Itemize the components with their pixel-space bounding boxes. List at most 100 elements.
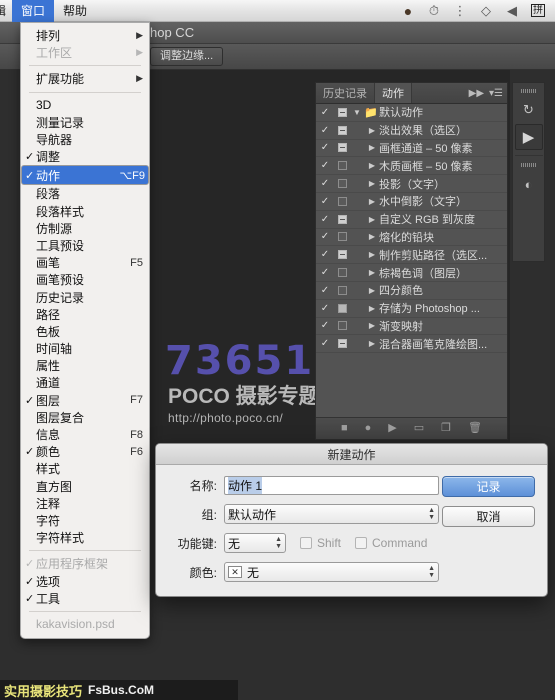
table-row[interactable]: ✓ ▶ 投影（文字） [316, 175, 507, 193]
action-dialog-toggle[interactable] [334, 126, 350, 135]
action-enabled-check[interactable]: ✓ [316, 160, 334, 171]
chevron-right-icon[interactable]: ▶ [365, 304, 379, 313]
menubar-item-window[interactable]: 窗口 [12, 0, 54, 22]
table-row[interactable]: ✓ ▼ 📁 默认动作 [316, 104, 507, 122]
menu-item-timeline[interactable]: 时间轴 [21, 340, 149, 357]
menu-item-swatches[interactable]: 色板 [21, 323, 149, 340]
chevron-right-icon[interactable]: ▶ [365, 126, 379, 135]
wifi-icon[interactable]: ◇ [473, 0, 499, 22]
menu-item-brush[interactable]: 画笔 F5 [21, 254, 149, 271]
adjustments-icon[interactable]: ◐ [516, 172, 542, 196]
set-select[interactable]: 默认动作 ▲▼ [224, 504, 439, 524]
chevron-right-icon[interactable]: ▶ [365, 232, 379, 241]
user-face-icon[interactable]: ● [395, 0, 421, 22]
record-icon[interactable]: ● [365, 423, 372, 434]
menu-item-navigator[interactable]: 导航器 [21, 131, 149, 148]
chevron-right-icon[interactable]: ▶ [365, 286, 379, 295]
action-dialog-toggle[interactable] [334, 250, 350, 259]
chevron-right-icon[interactable]: ▶ [365, 161, 379, 170]
action-enabled-check[interactable]: ✓ [316, 196, 334, 207]
table-row[interactable]: ✓ ▶ 水中倒影（文字） [316, 193, 507, 211]
menu-item-histogram[interactable]: 直方图 [21, 478, 149, 495]
action-dialog-toggle[interactable] [334, 143, 350, 152]
action-enabled-check[interactable]: ✓ [316, 231, 334, 242]
history-undo-icon[interactable]: ↻ [516, 98, 542, 122]
action-enabled-check[interactable]: ✓ [316, 285, 334, 296]
name-input[interactable]: 动作 1 [224, 476, 439, 495]
menu-item-application-frame[interactable]: ✓ 应用程序框架 [21, 555, 149, 572]
action-dialog-toggle[interactable] [334, 321, 350, 330]
menu-item-workspace[interactable]: 工作区 ▶ [21, 44, 149, 61]
action-enabled-check[interactable]: ✓ [316, 267, 334, 278]
play-icon[interactable]: ▶ [388, 423, 396, 434]
new-group-folder-icon[interactable]: ▭ [414, 423, 424, 434]
cancel-button[interactable]: 取消 [442, 506, 535, 527]
rail-grip[interactable] [521, 89, 537, 93]
input-method-icon[interactable]: 拼 [525, 0, 551, 22]
table-row[interactable]: ✓ ▶ 四分颜色 [316, 282, 507, 300]
menu-item-3d[interactable]: 3D [21, 97, 149, 114]
menu-item-adjustments[interactable]: ✓ 调整 [21, 148, 149, 165]
tab-history[interactable]: 历史记录 [316, 83, 375, 103]
table-row[interactable]: ✓ ▶ 混合器画笔克隆绘图... [316, 335, 507, 353]
action-dialog-toggle[interactable] [334, 161, 350, 170]
chevron-right-icon[interactable]: ▶ [365, 339, 379, 348]
action-enabled-check[interactable]: ✓ [316, 338, 334, 349]
menu-item-notes[interactable]: 注释 [21, 495, 149, 512]
table-row[interactable]: ✓ ▶ 棕褐色调（图层） [316, 264, 507, 282]
volume-icon[interactable]: ◀ [499, 0, 525, 22]
table-row[interactable]: ✓ ▶ 木质画框 – 50 像素 [316, 157, 507, 175]
menu-item-layers[interactable]: ✓ 图层 F7 [21, 392, 149, 409]
bluetooth-icon[interactable]: ⋮ [447, 0, 473, 22]
menu-item-styles[interactable]: 样式 [21, 460, 149, 477]
delete-trash-icon[interactable]: 🗑 [468, 423, 482, 434]
menu-item-paragraph-styles[interactable]: 段落样式 [21, 203, 149, 220]
menu-item-character[interactable]: 字符 [21, 512, 149, 529]
collapse-panel-icon[interactable]: ▶▶ [469, 88, 484, 99]
menu-item-options[interactable]: ✓ 选项 [21, 572, 149, 589]
command-checkbox[interactable]: Command [355, 536, 427, 550]
action-enabled-check[interactable]: ✓ [316, 125, 334, 136]
play-action-icon[interactable]: ▶ [515, 124, 543, 150]
menu-item-character-styles[interactable]: 字符样式 [21, 529, 149, 546]
chevron-down-icon[interactable]: ▼ [350, 108, 364, 117]
function-key-select[interactable]: 无 ▲▼ [224, 533, 286, 553]
new-action-icon[interactable]: ❐ [441, 423, 451, 434]
table-row[interactable]: ✓ ▶ 画框通道 – 50 像素 [316, 140, 507, 158]
menubar-item-clipped[interactable]: 辑 [0, 0, 12, 22]
menu-item-clone-source[interactable]: 仿制源 [21, 220, 149, 237]
menu-item-open-document[interactable]: kakavision.psd [21, 616, 149, 633]
rail-grip-2[interactable] [521, 163, 537, 167]
panel-menu-icon[interactable]: ▾☰ [489, 88, 503, 99]
menu-item-brush-presets[interactable]: 画笔预设 [21, 271, 149, 288]
chevron-right-icon[interactable]: ▶ [365, 250, 379, 259]
stop-icon[interactable]: ■ [341, 423, 348, 434]
table-row[interactable]: ✓ ▶ 自定义 RGB 到灰度 [316, 211, 507, 229]
refine-edge-button[interactable]: 调整边缘... [150, 47, 223, 66]
chevron-right-icon[interactable]: ▶ [365, 268, 379, 277]
menubar-item-help[interactable]: 帮助 [54, 0, 96, 22]
action-dialog-toggle[interactable] [334, 339, 350, 348]
menu-item-paths[interactable]: 路径 [21, 306, 149, 323]
table-row[interactable]: ✓ ▶ 渐变映射 [316, 318, 507, 336]
tab-actions[interactable]: 动作 [375, 83, 412, 103]
action-dialog-toggle[interactable] [334, 286, 350, 295]
menu-item-tool-presets[interactable]: 工具预设 [21, 237, 149, 254]
table-row[interactable]: ✓ ▶ 制作剪贴路径（选区... [316, 246, 507, 264]
menu-item-color[interactable]: ✓ 颜色 F6 [21, 443, 149, 460]
record-button[interactable]: 记录 [442, 476, 535, 497]
table-row[interactable]: ✓ ▶ 存储为 Photoshop ... [316, 300, 507, 318]
table-row[interactable]: ✓ ▶ 熔化的铅块 [316, 229, 507, 247]
action-dialog-toggle[interactable] [334, 304, 350, 313]
action-enabled-check[interactable]: ✓ [316, 142, 334, 153]
chevron-right-icon[interactable]: ▶ [365, 215, 379, 224]
action-dialog-toggle[interactable] [334, 232, 350, 241]
menu-item-arrange[interactable]: 排列 ▶ [21, 27, 149, 44]
menu-item-measurement-log[interactable]: 测量记录 [21, 114, 149, 131]
action-dialog-toggle[interactable] [334, 268, 350, 277]
action-enabled-check[interactable]: ✓ [316, 249, 334, 260]
chevron-right-icon[interactable]: ▶ [365, 321, 379, 330]
time-machine-icon[interactable]: ⏱ [421, 0, 447, 22]
color-select[interactable]: ✕ 无 ▲▼ [224, 562, 439, 582]
action-dialog-toggle[interactable] [334, 179, 350, 188]
